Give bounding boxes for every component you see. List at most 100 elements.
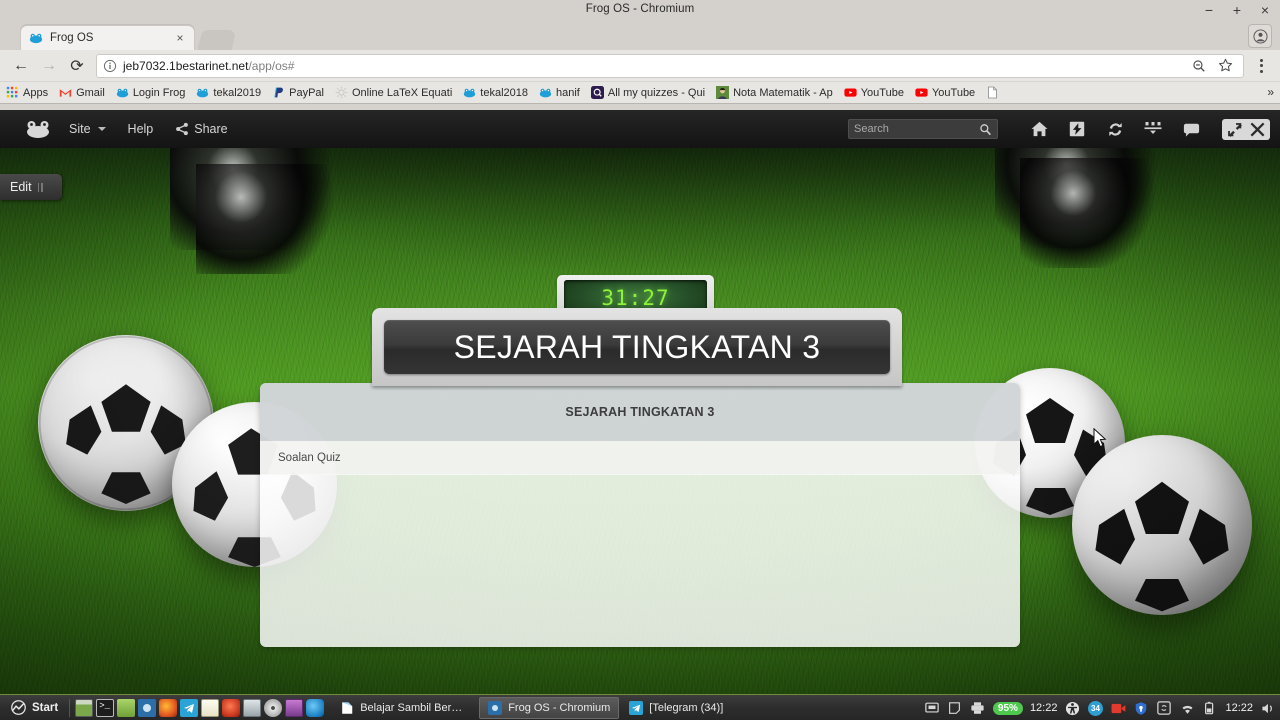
omnibox-icons [1192,58,1237,73]
battery-percent-badge[interactable]: 95% [992,701,1023,715]
show-desktop-icon[interactable] [75,698,94,717]
home-icon [1031,121,1047,136]
telegram-icon[interactable] [180,698,199,717]
terminal-icon[interactable]: >_ [96,698,115,717]
frog-favicon [116,88,128,98]
bookmark-label: Nota Matematik - Ap [733,86,833,99]
bookmark-apps[interactable]: Apps [6,86,48,99]
disc-icon[interactable] [264,698,283,717]
lightning-icon [1069,121,1085,137]
zoom-out-icon[interactable] [1192,59,1206,73]
frog-lightning-button[interactable] [1058,110,1096,148]
printer-icon[interactable] [970,700,986,716]
minimize-button[interactable]: − [1202,2,1216,18]
tab-close-icon[interactable]: × [174,31,186,45]
text-editor-icon[interactable] [201,698,220,717]
taskbar-window-belajar[interactable]: Belajar Sambil Berm... [332,697,477,719]
bookmark-all-my-quizzes[interactable]: All my quizzes - Qui [590,86,705,99]
accessibility-icon[interactable] [1064,700,1080,716]
start-menu-icon [11,700,26,715]
frog-window-controls [1222,118,1270,140]
battery-icon[interactable] [1202,700,1218,716]
frog-chat-button[interactable] [1172,110,1210,148]
screenshot-icon[interactable] [285,698,304,717]
gmail-icon [59,89,72,97]
url-path: /app/os# [248,58,295,73]
taskbar-window-frogos[interactable]: Frog OS - Chromium [479,696,620,719]
quick-launch-bar: >_ [75,698,325,717]
address-bar[interactable]: jeb7032.1bestarinet.net/app/os# [96,53,1244,78]
quizizz-icon [590,86,604,99]
volume-icon[interactable] [1260,700,1276,716]
wifi-icon[interactable] [1179,700,1195,716]
forward-button[interactable]: → [36,53,62,79]
telegram-badge-icon[interactable]: 34 [1087,700,1103,716]
bookmark-label: tekal2019 [213,86,262,99]
bookmark-paypal[interactable]: PayPal [272,86,324,99]
close-button[interactable]: × [1258,2,1272,18]
youtube-icon [844,88,857,97]
firefox-icon[interactable] [159,698,178,717]
shield-icon[interactable] [1133,700,1149,716]
bookmark-label: Gmail [76,86,105,99]
display-icon[interactable] [924,700,940,716]
page-icon [988,86,998,99]
frog-os-toolbar: Site Help Share Search [0,110,1280,148]
frog-menu-help[interactable]: Help [128,122,154,136]
taskbar-window-label: Frog OS - Chromium [508,701,611,714]
expand-arrows-icon[interactable] [1227,122,1242,137]
profile-button[interactable] [1248,24,1272,48]
chrome-menu-button[interactable] [1250,58,1272,73]
tab-title: Frog OS [50,32,94,44]
frog-home-button[interactable] [1020,110,1058,148]
frog-logo-icon [27,121,49,138]
skype-icon[interactable] [306,698,325,717]
utility-icon[interactable] [243,698,262,717]
star-icon[interactable] [1218,58,1233,73]
document-icon [342,701,353,714]
frog-refresh-button[interactable] [1096,110,1134,148]
sync-icon[interactable] [1156,700,1172,716]
reload-button[interactable]: ⟳ [64,53,90,79]
frog-menu-share[interactable]: Share [175,122,228,136]
close-x-icon[interactable] [1250,122,1265,137]
file-manager-icon[interactable] [117,698,136,717]
frog-search-placeholder: Search [854,123,889,135]
football-pattern [1095,481,1229,612]
bookmarks-overflow-button[interactable]: » [1267,85,1274,99]
record-icon[interactable] [1110,700,1126,716]
bookmark-online-latex[interactable]: Online LaTeX Equati [335,86,452,99]
media-player-icon[interactable] [222,698,241,717]
tab-strip: Frog OS × [0,22,1280,50]
system-tray: 95% 12:22 34 12:22 [924,695,1276,720]
start-label: Start [32,701,59,714]
telegram-icon [629,700,644,715]
telegram-unread-count: 34 [1091,703,1100,713]
frog-search-input[interactable]: Search [848,119,998,139]
tab-frog-os[interactable]: Frog OS × [20,25,195,50]
frog-menu-site[interactable]: Site [69,122,106,136]
maximize-button[interactable]: + [1230,2,1244,18]
bookmark-youtube-2[interactable]: YouTube [915,86,975,99]
whistle-decoration-left-2 [196,164,346,274]
back-button[interactable]: ← [8,53,34,79]
start-button[interactable]: Start [4,697,64,719]
chromium-icon[interactable] [138,698,157,717]
note-icon[interactable] [947,700,963,716]
bookmark-login-frog[interactable]: Login Frog [116,86,185,99]
taskbar-windows: Belajar Sambil Berm... Frog OS - Chromiu… [332,696,731,719]
bookmark-youtube-1[interactable]: YouTube [844,86,904,99]
bookmark-tekal2019[interactable]: tekal2019 [196,86,261,99]
bookmark-tekal2018[interactable]: tekal2018 [463,86,528,99]
info-circle-icon [103,59,117,72]
new-tab-button[interactable] [197,30,237,50]
bookmark-hanif[interactable]: hanif [539,86,580,99]
taskbar-window-telegram[interactable]: [Telegram (34)] [621,697,731,719]
bookmark-page[interactable] [986,86,1003,99]
share-icon [176,122,189,136]
bookmarks-bar: Apps Gmail Login Frog tekal2019 PayPal O… [0,82,1280,104]
bookmark-nota-matematik[interactable]: Nota Matematik - Ap [716,86,833,99]
bookmark-gmail[interactable]: Gmail [59,86,105,99]
frog-apps-dropdown-button[interactable] [1134,110,1172,148]
edit-tab-button[interactable]: Edit [0,174,62,200]
